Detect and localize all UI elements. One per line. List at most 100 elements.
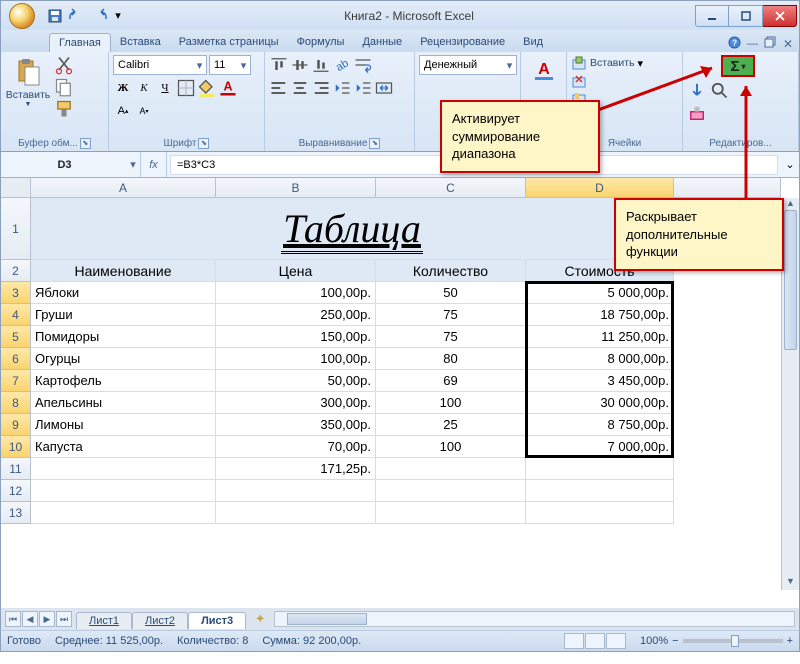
cell[interactable]: [376, 480, 526, 502]
name-box[interactable]: D3▾: [1, 152, 141, 177]
cell[interactable]: 8 000,00р.: [526, 348, 674, 370]
fx-button[interactable]: fx: [141, 152, 167, 177]
page-break-view-icon[interactable]: [606, 633, 626, 649]
normal-view-icon[interactable]: [564, 633, 584, 649]
cell[interactable]: [216, 502, 376, 524]
cell[interactable]: 3 450,00р.: [526, 370, 674, 392]
sheet-tab-Лист1[interactable]: Лист1: [76, 612, 132, 629]
align-middle-icon[interactable]: [290, 55, 310, 75]
cell[interactable]: 300,00р.: [216, 392, 376, 414]
save-icon[interactable]: [47, 8, 63, 24]
cell[interactable]: Груши: [31, 304, 216, 326]
row-header-1[interactable]: 1: [1, 198, 31, 260]
ribbon-tab-главная[interactable]: Главная: [49, 33, 111, 52]
next-sheet-icon[interactable]: ▶: [39, 611, 55, 627]
cell[interactable]: [526, 480, 674, 502]
alignment-dialog-launcher[interactable]: ⬊: [369, 138, 380, 149]
undo-icon[interactable]: [69, 8, 85, 24]
col-header-A[interactable]: A: [31, 178, 216, 198]
office-button[interactable]: [3, 1, 41, 31]
font-name-combo[interactable]: Calibri▾: [113, 55, 207, 75]
cell[interactable]: [376, 502, 526, 524]
paste-button[interactable]: Вставить▼: [5, 55, 51, 110]
zoom-out-icon[interactable]: −: [672, 635, 678, 647]
cell[interactable]: 70,00р.: [216, 436, 376, 458]
cell[interactable]: Помидоры: [31, 326, 216, 348]
merge-center-icon[interactable]: [374, 78, 394, 98]
col-header-D[interactable]: D: [526, 178, 674, 198]
cell[interactable]: 5 000,00р.: [526, 282, 674, 304]
italic-icon[interactable]: К: [134, 78, 154, 98]
cell[interactable]: [31, 458, 216, 480]
increase-indent-icon[interactable]: [353, 78, 373, 98]
cell[interactable]: 50: [376, 282, 526, 304]
cell[interactable]: 100: [376, 436, 526, 458]
col-header-C[interactable]: C: [376, 178, 526, 198]
cell[interactable]: [216, 480, 376, 502]
clipboard-dialog-launcher[interactable]: ⬊: [80, 138, 91, 149]
zoom-in-icon[interactable]: +: [787, 635, 793, 647]
row-header-4[interactable]: 4: [1, 304, 31, 326]
horizontal-scrollbar[interactable]: [274, 611, 795, 627]
col-header-B[interactable]: B: [216, 178, 376, 198]
cell[interactable]: 75: [376, 326, 526, 348]
fill-color-icon[interactable]: [197, 78, 217, 98]
prev-sheet-icon[interactable]: ◀: [22, 611, 38, 627]
ribbon-tab-рецензирование[interactable]: Рецензирование: [411, 33, 514, 52]
page-layout-view-icon[interactable]: [585, 633, 605, 649]
table-header[interactable]: Цена: [216, 260, 376, 282]
cell[interactable]: 150,00р.: [216, 326, 376, 348]
close-button[interactable]: [763, 5, 797, 27]
align-top-icon[interactable]: [269, 55, 289, 75]
expand-formula-bar-icon[interactable]: ⌄: [781, 158, 799, 171]
cell[interactable]: Лимоны: [31, 414, 216, 436]
ribbon-tab-вид[interactable]: Вид: [514, 33, 552, 52]
cell[interactable]: 171,25р.: [216, 458, 376, 480]
cell[interactable]: Огурцы: [31, 348, 216, 370]
last-sheet-icon[interactable]: ⏭: [56, 611, 72, 627]
cell[interactable]: 100: [376, 392, 526, 414]
cell[interactable]: 69: [376, 370, 526, 392]
underline-icon[interactable]: Ч: [155, 78, 175, 98]
ribbon-tab-формулы[interactable]: Формулы: [288, 33, 354, 52]
delete-cells-button[interactable]: [571, 73, 587, 89]
row-header-13[interactable]: 13: [1, 502, 31, 524]
row-header-11[interactable]: 11: [1, 458, 31, 480]
orientation-icon[interactable]: ab: [332, 55, 352, 75]
cell[interactable]: Яблоки: [31, 282, 216, 304]
maximize-button[interactable]: [729, 5, 763, 27]
new-sheet-icon[interactable]: ✦: [250, 611, 270, 627]
cell[interactable]: [31, 502, 216, 524]
format-painter-icon[interactable]: [54, 99, 74, 119]
sheet-tab-Лист3[interactable]: Лист3: [188, 612, 246, 629]
cell[interactable]: Апельсины: [31, 392, 216, 414]
help-icon[interactable]: ?: [728, 36, 741, 52]
align-right-icon[interactable]: [311, 78, 331, 98]
row-header-7[interactable]: 7: [1, 370, 31, 392]
sheet-tab-Лист2[interactable]: Лист2: [132, 612, 188, 629]
ribbon-tab-данные[interactable]: Данные: [353, 33, 411, 52]
first-sheet-icon[interactable]: ⏮: [5, 611, 21, 627]
row-header-10[interactable]: 10: [1, 436, 31, 458]
cell[interactable]: 11 250,00р.: [526, 326, 674, 348]
cut-icon[interactable]: [54, 55, 74, 75]
cell[interactable]: Капуста: [31, 436, 216, 458]
restore-window-icon[interactable]: [764, 36, 777, 52]
font-size-combo[interactable]: 11▾: [209, 55, 251, 75]
cell[interactable]: 100,00р.: [216, 282, 376, 304]
zoom-level[interactable]: 100%: [640, 635, 668, 647]
minimize-button[interactable]: [695, 5, 729, 27]
cell[interactable]: 25: [376, 414, 526, 436]
qat-customize-icon[interactable]: ▾: [113, 8, 123, 24]
cell[interactable]: [31, 480, 216, 502]
border-icon[interactable]: [176, 78, 196, 98]
cell[interactable]: 80: [376, 348, 526, 370]
decrease-indent-icon[interactable]: [332, 78, 352, 98]
cell[interactable]: 7 000,00р.: [526, 436, 674, 458]
cell[interactable]: [526, 502, 674, 524]
cell[interactable]: Картофель: [31, 370, 216, 392]
bold-icon[interactable]: Ж: [113, 78, 133, 98]
table-title[interactable]: Таблица: [31, 198, 674, 260]
number-format-combo[interactable]: Денежный▾: [419, 55, 517, 75]
row-header-6[interactable]: 6: [1, 348, 31, 370]
